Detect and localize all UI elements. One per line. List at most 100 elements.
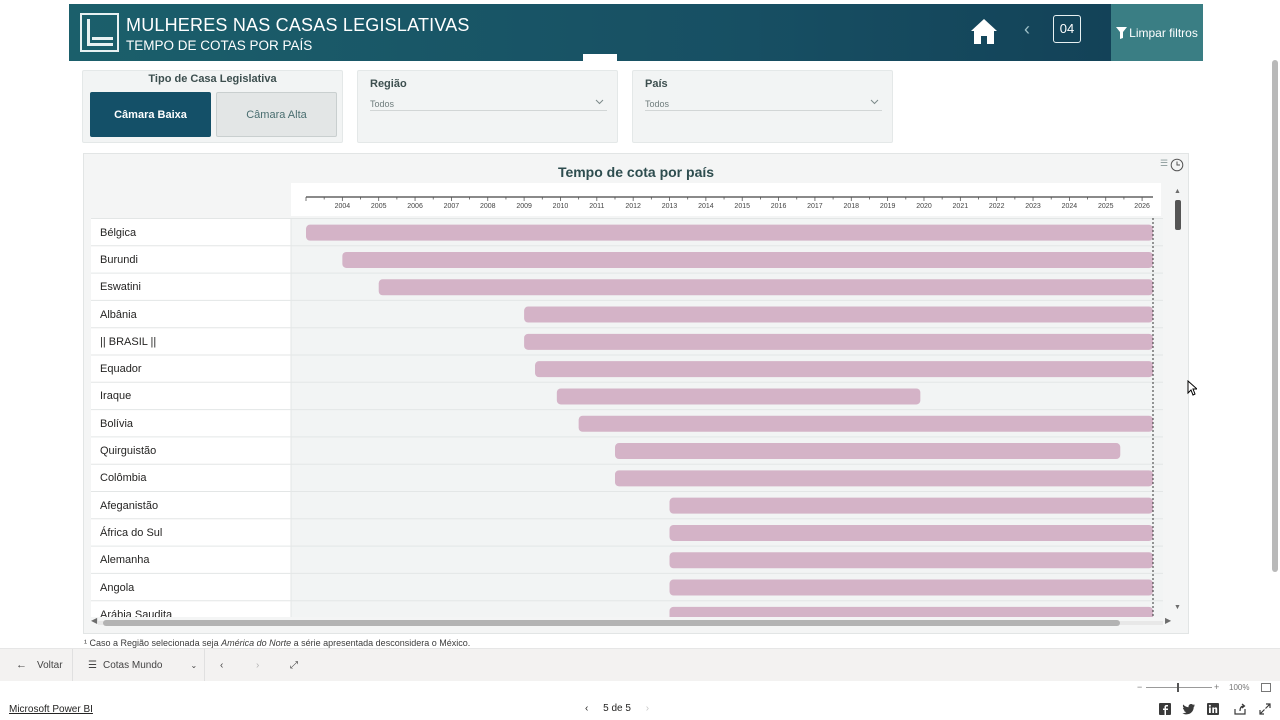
quota-bar (535, 361, 1153, 378)
quota-bar (306, 224, 1153, 241)
region-value: Todos (370, 99, 395, 109)
country-label: || BRASIL || (100, 335, 157, 348)
country-label: Quirguistão (100, 445, 157, 458)
home-icon[interactable] (969, 16, 999, 46)
quota-bar (669, 497, 1153, 514)
window-scrollbar[interactable] (1272, 60, 1278, 572)
parliament-logo-icon (80, 13, 119, 52)
quota-bar (669, 552, 1153, 569)
quota-bar (669, 524, 1153, 541)
x-tick-label: 2008 (480, 203, 496, 210)
x-tick-label: 2018 (843, 203, 859, 210)
previous-page-button[interactable]: ‹ (220, 649, 223, 681)
country-label: Angola (100, 581, 135, 594)
footnote: ¹ Caso a Região selecionada seja América… (84, 638, 471, 648)
zoom-out-icon[interactable]: − (1137, 682, 1142, 692)
upper-house-button[interactable]: Câmara Alta (216, 92, 337, 137)
zoom-in-icon[interactable]: + (1214, 682, 1219, 692)
chevron-right-icon: › (256, 659, 260, 671)
chart-vertical-scrollbar[interactable]: ▲ ▼ (1174, 188, 1184, 618)
zoom-slider-handle[interactable] (1177, 683, 1179, 692)
country-dropdown[interactable]: Todos (645, 95, 882, 111)
country-label: Albânia (100, 308, 137, 321)
twitter-icon[interactable] (1182, 702, 1196, 716)
chart-title: Tempo de cota por país (557, 164, 715, 180)
bottom-navigation: ← Voltar ☰ Cotas Mundo ⌄ ‹ › ⤢ (0, 648, 1280, 681)
x-tick-label: 2024 (1062, 203, 1078, 210)
back-label: Voltar (37, 659, 63, 671)
region-title: Região (370, 78, 407, 90)
scroll-left-icon[interactable]: ◀ (91, 616, 97, 625)
clear-filters-button[interactable]: Limpar filtros (1111, 4, 1203, 61)
chart-horizontal-scrollbar[interactable]: ◀ ▶ (91, 616, 1171, 627)
expand-icon[interactable] (1258, 702, 1272, 716)
pages-label: Cotas Mundo (102, 659, 163, 671)
x-tick-label: 2009 (516, 203, 532, 210)
fit-page-icon[interactable] (1261, 683, 1271, 692)
pager-prev-icon[interactable]: ‹ (585, 703, 588, 714)
facebook-icon[interactable] (1158, 702, 1172, 716)
quota-bar (578, 415, 1153, 432)
pager-next-icon[interactable]: › (646, 703, 649, 714)
share-icon[interactable] (1233, 702, 1247, 716)
x-tick-label: 2016 (771, 203, 787, 210)
region-dropdown[interactable]: Todos (370, 95, 607, 111)
house-type-slicer: Tipo de Casa Legislativa Câmara Baixa Câ… (82, 70, 343, 143)
back-button[interactable]: ← Voltar (16, 649, 63, 681)
linkedin-icon[interactable] (1206, 702, 1220, 716)
x-tick-label: 2013 (662, 203, 678, 210)
country-value: Todos (645, 99, 670, 109)
chart-plot-area: 2004 2005 2006 2007 2008 2009 2010 2011 2012 2013… (91, 183, 1174, 617)
zoom-slider[interactable] (1146, 687, 1212, 688)
scroll-right-icon[interactable]: ▶ (1165, 616, 1171, 625)
pager-label: 5 de 5 (603, 703, 631, 714)
country-label: Burundi (100, 253, 138, 266)
country-label: Eswatini (100, 281, 141, 294)
clear-filters-label: Limpar filtros (1129, 25, 1198, 40)
x-tick-label: 2015 (734, 203, 750, 210)
power-bi-viewer: MULHERES NAS CASAS LEGISLATIVAS TEMPO DE… (0, 0, 1280, 720)
country-label: Iraque (100, 390, 132, 403)
chevron-down-icon (595, 99, 604, 105)
quota-bar (342, 251, 1153, 268)
header-notch (583, 54, 617, 61)
report-title: MULHERES NAS CASAS LEGISLATIVAS (126, 15, 470, 35)
x-tick-label: 2007 (444, 203, 460, 210)
visual-menu-icon[interactable]: ☰ (1160, 158, 1168, 169)
chevron-down-icon: ⌄ (190, 660, 198, 670)
x-tick-label: 2022 (989, 203, 1005, 210)
x-tick-label: 2014 (698, 203, 714, 210)
scroll-up-icon[interactable]: ▲ (1174, 188, 1181, 195)
country-label: Arábia Saudita (100, 608, 173, 617)
x-tick-label: 2006 (407, 203, 423, 210)
lower-house-button[interactable]: Câmara Baixa (90, 92, 211, 137)
pages-menu-button[interactable]: ☰ Cotas Mundo ⌄ (88, 649, 197, 681)
quota-bar (614, 470, 1153, 487)
next-page-button[interactable]: › (256, 649, 259, 681)
x-tick-label: 2021 (953, 203, 969, 210)
quota-bar (669, 606, 1153, 617)
horizontal-scroll-thumb[interactable] (103, 620, 1120, 626)
previous-page-icon[interactable]: ‹ (1024, 19, 1030, 40)
country-label: Equador (100, 363, 142, 376)
x-tick-label: 2023 (1025, 203, 1041, 210)
quota-bar (378, 279, 1153, 296)
page-number-box: 04 (1053, 15, 1081, 43)
country-label: Bolívia (100, 417, 134, 430)
mouse-cursor-icon (1187, 380, 1197, 396)
x-tick-label: 2019 (880, 203, 896, 210)
list-icon: ☰ (88, 659, 97, 671)
x-tick-label: 2012 (625, 203, 641, 210)
power-bi-link[interactable]: Microsoft Power BI (9, 704, 93, 715)
scroll-down-icon[interactable]: ▼ (1174, 604, 1181, 611)
clock-icon[interactable] (1170, 158, 1184, 172)
country-slicer: País Todos (632, 70, 893, 143)
zoom-level: 100% (1229, 683, 1250, 692)
filter-icon (1116, 26, 1128, 39)
x-tick-label: 2020 (916, 203, 932, 210)
x-tick-label: 2011 (589, 203, 604, 210)
country-label: Colômbia (100, 472, 147, 485)
x-tick-label: 2017 (807, 203, 823, 210)
fullscreen-button[interactable]: ⤢ (290, 649, 298, 681)
vertical-scroll-thumb[interactable] (1175, 200, 1181, 230)
